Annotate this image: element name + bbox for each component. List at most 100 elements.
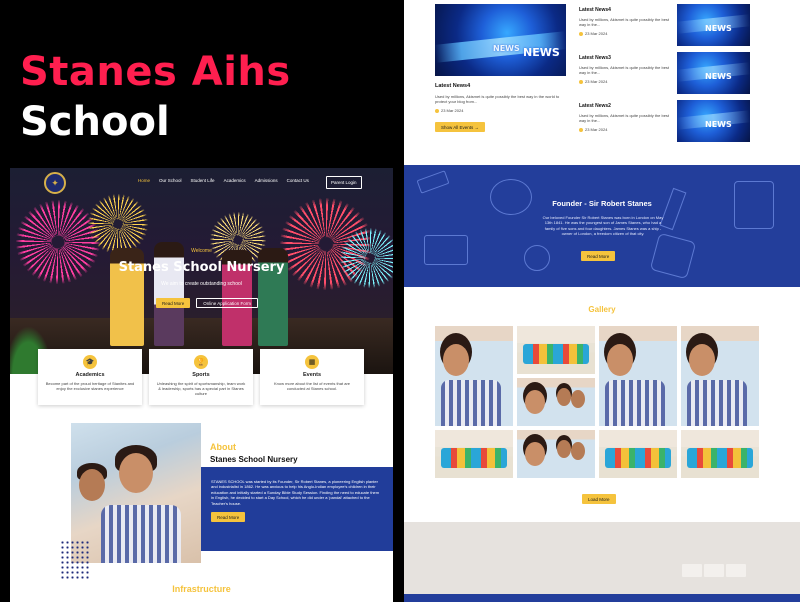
- school-crest-logo[interactable]: ✦: [44, 172, 66, 194]
- mortarboard-icon: 🎓: [83, 355, 97, 369]
- carousel-controls: [682, 564, 746, 577]
- about-photo: [71, 423, 201, 563]
- news-featured-image[interactable]: NEWS NEWS: [435, 4, 566, 76]
- gallery-load-more-button[interactable]: Load More: [582, 494, 616, 504]
- news-item-title: Latest News3: [579, 55, 611, 61]
- hero-text: Welcome Stanes School Nursery We aim to …: [10, 248, 393, 287]
- parent-login-button[interactable]: Parent Login: [326, 176, 362, 189]
- inner-page-mockup: NEWS NEWS Latest News4 Used by millions,…: [404, 0, 800, 602]
- card-text: Become part of the proud heritage of Sta…: [45, 381, 135, 392]
- card-text: Know more about the list of events that …: [273, 381, 351, 392]
- news-graphic-word: NEWS: [705, 72, 732, 81]
- news-thumbnail[interactable]: NEWS: [677, 52, 750, 94]
- news-graphic-word: NEWS: [493, 44, 520, 53]
- founder-section: Founder - Sir Robert Stanes Our beloved …: [404, 165, 800, 287]
- founder-text: Our beloved Founder Sir Robert Stanes wa…: [542, 215, 664, 237]
- infrastructure-title: Infrastructure: [172, 584, 231, 594]
- photo-shape: [101, 505, 181, 563]
- gallery-photo[interactable]: [517, 326, 595, 374]
- card-title: Academics: [75, 372, 105, 378]
- news-item-title: Latest News4: [579, 7, 611, 13]
- about-text-box: STANES SCHOOL was started by its Founder…: [201, 467, 393, 551]
- pencil-doodle: [416, 170, 450, 194]
- headline-line1: Stanes Aihs: [20, 49, 291, 95]
- hero-buttons: Read More Online Application Form: [156, 298, 259, 308]
- about-read-more-button[interactable]: Read More: [211, 512, 246, 523]
- gallery-photo[interactable]: [681, 326, 759, 426]
- news-item-text: Used by millions, Akismet is quite possi…: [579, 17, 670, 28]
- nav-item-academics[interactable]: Academics: [224, 178, 246, 183]
- gallery-photo[interactable]: [517, 430, 595, 478]
- home-page-mockup: ✦ Home Our School Student Life Academics…: [10, 168, 393, 602]
- dot-pattern-decoration: [60, 540, 90, 580]
- nav-item-admissions[interactable]: Admissions: [255, 178, 278, 183]
- math-board-doodle: [424, 235, 468, 265]
- nav-item-contact-us[interactable]: Contact Us: [287, 178, 309, 183]
- hero-read-more-button[interactable]: Read More: [156, 298, 191, 308]
- date-text: 23 Mar 2024: [585, 126, 608, 132]
- online-application-button[interactable]: Online Application Form: [196, 298, 259, 308]
- date-text: 23 Mar 2024: [585, 78, 608, 84]
- hero-subtitle: We aim to create outstanding school: [161, 281, 242, 287]
- carousel-dot-button[interactable]: [726, 564, 746, 577]
- news-thumbnail[interactable]: NEWS: [677, 100, 750, 142]
- featured-news-title[interactable]: Latest News4: [435, 83, 470, 89]
- news-graphic-word: NEWS: [523, 46, 560, 59]
- news-list-item[interactable]: Latest News2 Used by millions, Akismet i…: [579, 103, 674, 132]
- gallery-photo[interactable]: [435, 430, 513, 478]
- photo-shape: [79, 469, 105, 501]
- nav-item-home[interactable]: Home: [138, 178, 150, 183]
- nav-item-student-life[interactable]: Student Life: [191, 178, 215, 183]
- feature-card-events[interactable]: ▦ Events Know more about the list of eve…: [260, 349, 364, 405]
- featured-news-text: Used by millions, Akismet is quite possi…: [435, 94, 560, 105]
- news-graphic-word: NEWS: [705, 120, 732, 129]
- gallery-photo[interactable]: [681, 430, 759, 478]
- news-thumbnail[interactable]: NEWS: [677, 4, 750, 46]
- card-title: Sports: [192, 372, 210, 378]
- show-all-events-button[interactable]: Show All Events →: [435, 122, 486, 132]
- news-item-text: Used by millions, Akismet is quite possi…: [579, 65, 670, 76]
- headline-line2: School: [20, 99, 170, 145]
- news-list-item[interactable]: Latest News4 Used by millions, Akismet i…: [579, 7, 674, 36]
- card-text: Unleashing the spirit of sportsmanship, …: [156, 381, 246, 397]
- footer-strip: [404, 594, 800, 602]
- hero-welcome: Welcome: [191, 248, 212, 254]
- calendar-icon: [579, 31, 583, 36]
- trophy-icon: 🏆: [194, 355, 208, 369]
- about-text: STANES SCHOOL was started by its Founder…: [211, 479, 380, 506]
- news-item-date: 23 Mar 2024: [579, 79, 674, 84]
- about-subtitle: Stanes School Nursery: [210, 455, 298, 464]
- showcase-stage: Stanes Aihs School ✦ Home Our School Stu…: [0, 0, 800, 602]
- founder-read-more-button[interactable]: Read More: [581, 251, 616, 261]
- carousel-prev-button[interactable]: [682, 564, 702, 577]
- star-doodle: [649, 232, 697, 280]
- news-list-item[interactable]: Latest News3 Used by millions, Akismet i…: [579, 55, 674, 84]
- gallery-grid: [435, 326, 759, 478]
- top-navigation: ✦ Home Our School Student Life Academics…: [10, 168, 393, 198]
- main-menu: Home Our School Student Life Academics A…: [138, 178, 309, 183]
- gallery-photo[interactable]: [435, 326, 513, 426]
- gallery-photo[interactable]: [599, 326, 677, 426]
- feature-card-academics[interactable]: 🎓 Academics Become part of the proud her…: [38, 349, 142, 405]
- testimonial-section: [404, 522, 800, 594]
- carousel-next-button[interactable]: [704, 564, 724, 577]
- photo-shape: [119, 453, 153, 493]
- firework-decoration: [88, 194, 148, 254]
- founder-title: Founder - Sir Robert Stanes: [552, 199, 652, 208]
- apple-doodle: [490, 179, 532, 215]
- calendar-icon: ▦: [305, 355, 319, 369]
- gallery-photo[interactable]: [599, 430, 677, 478]
- news-item-text: Used by millions, Akismet is quite possi…: [579, 113, 670, 124]
- feature-cards: 🎓 Academics Become part of the proud her…: [38, 349, 364, 405]
- about-title: About: [210, 442, 236, 452]
- feature-card-sports[interactable]: 🏆 Sports Unleashing the spirit of sports…: [149, 349, 253, 405]
- circle-doodle: [524, 245, 550, 271]
- gallery-photo[interactable]: [517, 378, 595, 426]
- calendar-icon: [579, 127, 583, 132]
- nav-item-our-school[interactable]: Our School: [159, 178, 182, 183]
- card-title: Events: [302, 372, 322, 378]
- date-text: 23 Mar 2024: [441, 108, 464, 113]
- date-text: 23 Mar 2024: [585, 30, 608, 36]
- news-graphic-word: NEWS: [705, 24, 732, 33]
- news-item-date: 23 Mar 2024: [579, 31, 674, 36]
